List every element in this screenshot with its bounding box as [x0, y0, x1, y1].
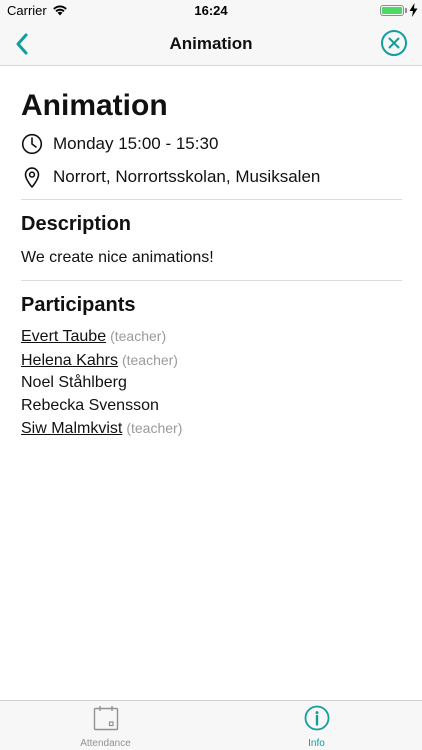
- page-title: Animation: [21, 89, 168, 122]
- participant-name-link[interactable]: Siw Malmkvist: [21, 420, 122, 437]
- event-details: Animation Monday 15:00 - 15:30 Norrort, …: [0, 66, 422, 700]
- event-time: Monday 15:00 - 15:30: [53, 134, 219, 153]
- participants-list: Evert Taube (teacher) Helena Kahrs (teache…: [21, 325, 401, 441]
- divider: [21, 280, 402, 281]
- chevron-left-icon: [16, 33, 28, 55]
- close-button[interactable]: [380, 29, 408, 57]
- tab-info[interactable]: Info: [211, 701, 422, 750]
- location-pin-icon: [24, 167, 40, 188]
- participants-heading: Participants: [21, 294, 136, 316]
- event-location: Norrort, Norrortsskolan, Musiksalen: [53, 167, 321, 186]
- description-heading: Description: [21, 213, 132, 235]
- nav-title: Animation: [169, 34, 253, 53]
- participant-item: Noel Ståhlberg: [21, 372, 401, 395]
- participant-item: Rebecka Svensson: [21, 395, 401, 418]
- participant-name-link[interactable]: Helena Kahrs: [21, 352, 118, 369]
- participant-name-link[interactable]: Evert Taube: [21, 328, 106, 345]
- participant-name: Rebecka Svensson: [21, 396, 159, 414]
- battery-icon: [380, 5, 404, 16]
- participant-item: Helena Kahrs (teacher): [21, 349, 401, 373]
- participant-role: (teacher): [121, 351, 178, 368]
- tab-bar: Attendance Info: [0, 700, 422, 750]
- clock-icon: [21, 133, 43, 155]
- participant-item: Siw Malmkvist (teacher): [21, 417, 401, 441]
- divider: [21, 199, 402, 200]
- tab-attendance[interactable]: Attendance: [0, 701, 211, 750]
- navigation-bar: Animation: [0, 22, 422, 66]
- calendar-icon: [93, 706, 118, 731]
- back-button[interactable]: [6, 28, 38, 60]
- info-circle-icon: [304, 705, 329, 731]
- participant-role: (teacher): [126, 420, 183, 436]
- tab-label: Attendance: [80, 738, 131, 749]
- participant-name: Noel Ståhlberg: [21, 374, 127, 391]
- status-bar: Carrier 16:24: [0, 0, 422, 22]
- description-text: We create nice animations!: [21, 249, 214, 266]
- event-location-row: Norrort, Norrortsskolan, Musiksalen: [21, 163, 401, 191]
- participant-item: Evert Taube (teacher): [21, 325, 401, 349]
- charging-bolt-icon: [409, 3, 418, 17]
- battery-tip: [405, 8, 407, 13]
- status-time: 16:24: [194, 3, 228, 18]
- event-time-row: Monday 15:00 - 15:30: [21, 130, 401, 158]
- participant-role: (teacher): [110, 328, 167, 344]
- tab-label: Info: [308, 738, 325, 749]
